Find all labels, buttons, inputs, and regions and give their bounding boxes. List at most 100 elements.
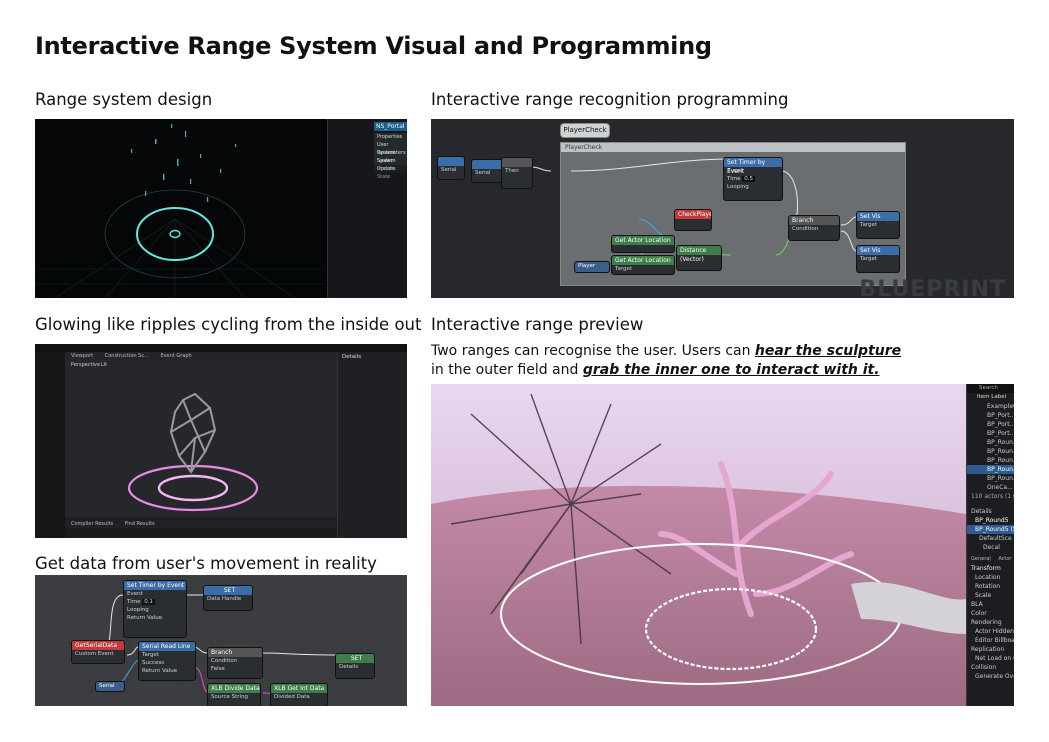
tab-viewport[interactable]: Viewport xyxy=(71,353,93,359)
outliner-item[interactable]: OneCa... xyxy=(967,483,1014,492)
section-row[interactable]: Net Load on Client xyxy=(967,654,1014,663)
prop-user-parameters[interactable]: User Parameters xyxy=(374,141,407,156)
sequence-node[interactable]: Then xyxy=(501,157,533,189)
range-design-label: Range system design xyxy=(35,90,213,109)
xlb-get-int-data-node[interactable]: XLB Get Int Data Divided Data xyxy=(270,683,328,706)
movement-set-timer-title: Set Timer by Event xyxy=(124,581,186,590)
time-label: Time xyxy=(727,176,741,182)
selected-component[interactable]: BP_Round5 (Se xyxy=(967,525,1014,534)
serial-read-line-node[interactable]: Serial Read Line Target Success Return V… xyxy=(138,641,196,681)
section-row[interactable]: Editor Billboard Scale xyxy=(967,636,1014,645)
outliner-item[interactable]: BP_Port... xyxy=(967,429,1014,438)
get-serial-data-title: GetSerialData xyxy=(72,641,124,650)
get-loc-title-1: Get Actor Location xyxy=(612,236,674,245)
branch-title: Branch xyxy=(789,216,839,225)
outliner-search[interactable]: Search xyxy=(967,384,1014,393)
prop-system-state[interactable]: System State xyxy=(374,165,407,180)
serial-var-label: Serial xyxy=(99,683,115,689)
programming-label: Interactive range recognition programmin… xyxy=(431,90,789,109)
ripples-viewport[interactable]: Perspective Lit xyxy=(65,360,337,518)
get-loc-title-2: Get Actor Location xyxy=(612,256,674,265)
movement-looping-pin: Looping xyxy=(127,607,149,613)
tab-actor[interactable]: Actor xyxy=(998,556,1011,562)
preview-description: Two ranges can recognise the user. Users… xyxy=(431,342,951,380)
section-row[interactable]: Collision xyxy=(967,663,1014,672)
movement-set-node-1[interactable]: SET Data Handle xyxy=(203,585,253,611)
prop-properties[interactable]: Properties xyxy=(374,133,407,141)
get-actor-location-node-2[interactable]: Get Actor Location Target xyxy=(611,255,675,275)
outliner-item-selected[interactable]: BP_Roun... xyxy=(967,465,1014,474)
niagara-system-node[interactable]: NS_Portal xyxy=(374,122,407,131)
section-row[interactable]: Replication xyxy=(967,645,1014,654)
target-pin: Target xyxy=(615,266,633,272)
movement-branch-title: Branch xyxy=(208,648,262,657)
set-vis-target-1: Target xyxy=(860,222,878,228)
serial-var-node[interactable]: Serial xyxy=(95,681,125,692)
outliner-item[interactable]: BP_Roun... xyxy=(967,474,1014,483)
set-vis-title-1: Set Vis xyxy=(857,212,899,221)
tab-event-graph[interactable]: Event Graph xyxy=(160,353,191,359)
looping-pin: Looping xyxy=(727,184,749,190)
movement-time-value[interactable]: 0.1 xyxy=(142,599,155,605)
section-row[interactable]: Generate Overlap Even xyxy=(967,672,1014,681)
time-value[interactable]: 0.5 xyxy=(742,176,755,182)
movement-time-pin: Time 0.1 xyxy=(124,598,186,606)
distance-node[interactable]: Distance (Vector) xyxy=(676,245,722,271)
outliner-item[interactable]: BP_Roun... xyxy=(967,447,1014,456)
preview-screenshot: Search Item Label ExampleC... BP_Port...… xyxy=(431,384,1014,706)
event-pin: Event xyxy=(727,168,743,174)
get-serial-data-event[interactable]: GetSerialData Custom Event xyxy=(71,640,125,664)
movement-branch-node[interactable]: Branch Condition False xyxy=(207,647,263,679)
section-row[interactable]: Rendering xyxy=(967,618,1014,627)
tab-general[interactable]: General xyxy=(971,556,991,562)
programming-screenshot: PlayerCheck PlayerCheck Serial Serial Th… xyxy=(431,119,1014,298)
xlb-get-int-title: XLB Get Int Data xyxy=(271,684,327,693)
section-row[interactable]: BLA xyxy=(967,600,1014,609)
player-var-node[interactable]: Player xyxy=(574,261,610,273)
outliner-item[interactable]: BP_Roun... xyxy=(967,438,1014,447)
set-vis-node-2[interactable]: Set Vis Target xyxy=(856,245,900,273)
branch-node[interactable]: Branch Condition xyxy=(788,215,840,241)
editor-toolbar xyxy=(35,344,407,352)
section-row[interactable]: Actor Hidden In Game xyxy=(967,627,1014,636)
serial-label: Serial xyxy=(441,167,457,173)
desc-part-1: Two ranges can recognise the user. Users… xyxy=(431,343,755,359)
outliner-item[interactable]: BP_Roun... xyxy=(967,456,1014,465)
rotation-row[interactable]: Rotation xyxy=(967,582,1014,591)
section-row[interactable]: Color xyxy=(967,609,1014,618)
set-vis-node-1[interactable]: Set Vis Target xyxy=(856,211,900,239)
xlb-divide-title: XLB Divide Data xyxy=(208,684,260,693)
selected-actor: BP_Round5 xyxy=(975,517,1009,524)
tab-find-results[interactable]: Find Results xyxy=(125,521,155,527)
serial-input-node[interactable]: Serial xyxy=(437,156,465,180)
distance-title: Distance (Vector) xyxy=(677,246,721,263)
movement-details-pin: Details xyxy=(339,664,359,670)
decal-component[interactable]: Decal xyxy=(967,543,1014,552)
time-pin: Time 0.5 xyxy=(724,175,782,183)
set-timer-node[interactable]: Set Timer by Event Event Time 0.5 Loopin… xyxy=(723,157,783,201)
prop-system-update[interactable]: System Update xyxy=(374,157,407,172)
default-scene-root[interactable]: DefaultSce xyxy=(967,534,1014,543)
outliner-item[interactable]: BP_Port... xyxy=(967,411,1014,420)
preview-viewport[interactable] xyxy=(431,384,966,706)
location-row[interactable]: Location xyxy=(967,573,1014,582)
movement-set-title-1: SET xyxy=(204,586,252,595)
outliner-panel: Search Item Label ExampleC... BP_Port...… xyxy=(966,384,1014,706)
check-player-node[interactable]: CheckPlayer xyxy=(674,209,712,231)
movement-set-node-2[interactable]: SET Details xyxy=(335,653,375,679)
tab-compiler-results[interactable]: Compiler Results xyxy=(71,521,113,527)
transform-section[interactable]: Transform xyxy=(967,564,1014,573)
set-vis-target-2: Target xyxy=(860,256,878,262)
movement-set-timer-node[interactable]: Set Timer by Event Event Time 0.1 Loopin… xyxy=(123,580,187,638)
desc-emphasis-2: grab the inner one to interact with it. xyxy=(582,362,880,378)
serial-return-pin: Return Value xyxy=(142,668,178,674)
tab-construction-script[interactable]: Construction Sc... xyxy=(105,353,149,359)
actor-count: 110 actors (1 selec xyxy=(971,493,1014,500)
outliner-item[interactable]: ExampleC... xyxy=(967,402,1014,411)
outer-ripple-ring xyxy=(127,464,259,512)
outliner-item[interactable]: BP_Port... xyxy=(967,420,1014,429)
scale-row[interactable]: Scale xyxy=(967,591,1014,600)
get-actor-location-node-1[interactable]: Get Actor Location xyxy=(611,235,675,253)
xlb-divide-data-node[interactable]: XLB Divide Data Source String xyxy=(207,683,261,706)
niagara-panel: NS_Portal Properties User Parameters Sys… xyxy=(327,119,407,298)
